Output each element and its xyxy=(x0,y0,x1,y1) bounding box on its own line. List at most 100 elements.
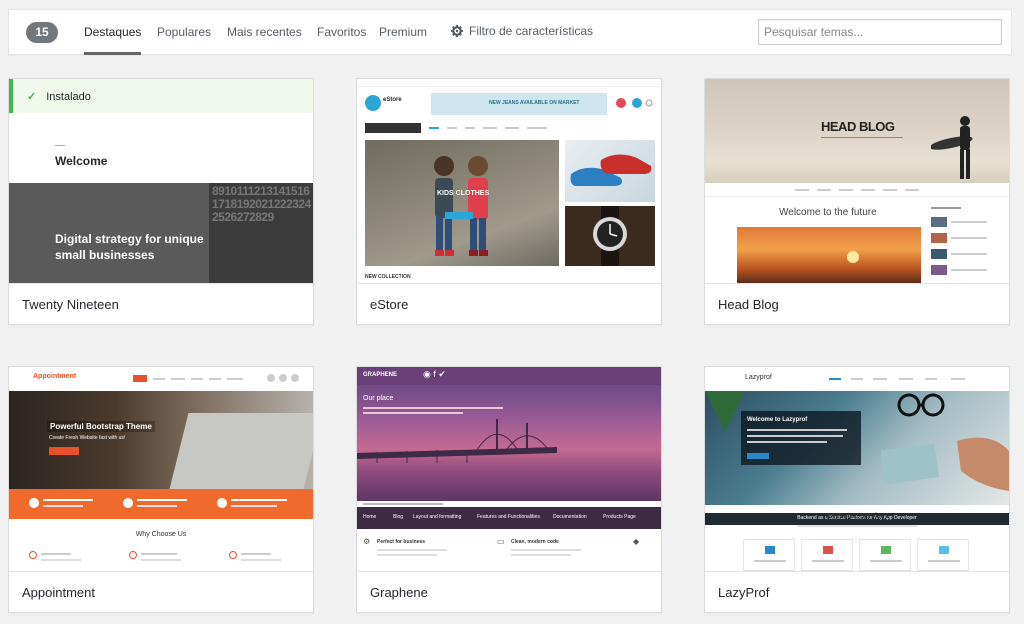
preview-menu: Home Blog Layout and formatting Features… xyxy=(357,507,661,529)
read-more-button xyxy=(747,453,769,459)
preview-hero-box: Welcome to Lazyprof xyxy=(741,411,861,465)
theme-name: Head Blog xyxy=(705,283,1009,324)
preview-hero-image: Our place xyxy=(357,385,661,501)
sun-icon xyxy=(847,251,859,263)
theme-count-badge: 15 xyxy=(26,22,58,43)
preview-hero-subtitle: Create Fresh Website fast with us! xyxy=(49,435,126,441)
shop-button xyxy=(445,212,473,219)
theme-name: Appointment xyxy=(9,571,313,612)
menu-item: Home xyxy=(363,514,377,520)
tab-favoritos[interactable]: Favoritos xyxy=(317,25,366,39)
preview-hero-title: Powerful Bootstrap Theme xyxy=(47,421,155,432)
sunset-image xyxy=(737,227,921,283)
logo-icon xyxy=(365,95,381,111)
cart-icon xyxy=(616,98,653,108)
feature-title: Clean, modern code xyxy=(511,539,559,545)
theme-search-input[interactable] xyxy=(758,19,1002,45)
child-figure xyxy=(434,156,454,256)
menu-item: Features and Functionalities xyxy=(477,514,540,520)
check-icon: ✓ xyxy=(27,91,37,103)
preview-banner-text: NEW JEANS AVAILABLE ON MARKET xyxy=(489,100,580,106)
preview-post: Welcome to the future xyxy=(735,201,921,283)
theme-name: Twenty Nineteen xyxy=(9,283,313,324)
preview-section-title: Awesome Services xyxy=(825,513,889,520)
monitor-icon: ▭ xyxy=(497,537,505,546)
service-item xyxy=(859,539,911,571)
preview-hero-image: HEAD BLOG xyxy=(705,79,1009,197)
theme-name: Graphene xyxy=(357,571,661,612)
preview-sidebar xyxy=(931,201,991,283)
preview-nav xyxy=(705,183,1009,197)
bridge-figure xyxy=(357,419,557,463)
preview-contact-bar xyxy=(9,489,313,519)
feature-item: ▭ Clean, modern code xyxy=(497,537,593,567)
theme-card-twenty-nineteen[interactable]: Welcome 89101112131415161718192021222324… xyxy=(8,78,314,325)
preview-logo: GRAPHENE xyxy=(363,372,398,378)
tab-premium[interactable]: Premium xyxy=(379,25,427,39)
service-item xyxy=(801,539,853,571)
cube-icon: ◆ xyxy=(633,537,640,546)
watch-icon xyxy=(593,206,627,266)
theme-card-estore[interactable]: eStore NEW JEANS AVAILABLE ON MARKET KID… xyxy=(356,78,662,325)
preview-nav: Lazyprof xyxy=(705,367,1009,391)
theme-screenshot: Appointment Powerful Bootstrap Theme Cre… xyxy=(9,367,313,571)
feature-filter-button[interactable]: Filtro de características xyxy=(451,24,593,38)
preview-nav xyxy=(365,123,655,133)
theme-screenshot: Welcome 89101112131415161718192021222324… xyxy=(9,79,313,283)
preview-hero-image: Powerful Bootstrap Theme Create Fresh We… xyxy=(9,391,313,489)
shoe-icon xyxy=(570,154,652,186)
theme-card-lazyprof[interactable]: Lazyprof Welcome to Lazyprof Backend as … xyxy=(704,366,1010,613)
menu-item: Documentation xyxy=(553,514,587,520)
gear-icon: ⚙ xyxy=(363,537,371,546)
preview-hero-title: Our place xyxy=(363,395,394,402)
preview-section-title: Why Choose Us xyxy=(135,531,187,538)
theme-card-appointment[interactable]: Appointment Powerful Bootstrap Theme Cre… xyxy=(8,366,314,613)
preview-hero-image: Welcome to Lazyprof Backend as a Service… xyxy=(705,391,1009,525)
gear-icon xyxy=(451,25,463,37)
divider xyxy=(55,145,65,146)
feature-item: ⚙ Perfect for business xyxy=(363,537,459,567)
preview-post-title: Welcome to the future xyxy=(779,207,877,218)
preview-logo: Appointment xyxy=(33,373,77,380)
feature-item xyxy=(129,551,199,567)
preview-hero-text: KIDS CLOTHES xyxy=(437,190,490,197)
feature-title: Perfect for business xyxy=(377,539,426,545)
preview-welcome: Welcome xyxy=(55,154,108,168)
preview-logo: Lazyprof xyxy=(745,374,772,381)
menu-item: Layout and formatting xyxy=(413,514,462,520)
tab-destaques[interactable]: Destaques xyxy=(84,25,142,55)
theme-filter-bar: 15 Destaques Populares Mais recentes Fav… xyxy=(8,9,1012,55)
preview-hero-title: Welcome to Lazyprof xyxy=(747,417,808,423)
theme-card-head-blog[interactable]: HEAD BLOG Welcome to the future Head Blo… xyxy=(704,78,1010,325)
preview-footer-text: NEW COLLECTION xyxy=(365,274,411,280)
category-menu xyxy=(365,123,421,133)
tab-mais-recentes[interactable]: Mais recentes xyxy=(227,25,302,39)
surfer-figure xyxy=(931,116,973,179)
preview-banner: NEW JEANS AVAILABLE ON MARKET xyxy=(431,93,607,115)
theme-name: LazyProf xyxy=(705,571,1009,612)
preview-logo: eStore xyxy=(383,97,402,103)
service-item xyxy=(743,539,795,571)
theme-screenshot: GRAPHENE ◉ f ✔ Our place Home Blog Layou… xyxy=(357,367,661,571)
theme-name: eStore xyxy=(357,283,661,324)
feature-item xyxy=(229,551,299,567)
theme-screenshot: HEAD BLOG Welcome to the future xyxy=(705,79,1009,283)
rss-icon: ◉ f ✔ xyxy=(423,369,446,379)
theme-card-graphene[interactable]: GRAPHENE ◉ f ✔ Our place Home Blog Layou… xyxy=(356,366,662,613)
preview-topbar xyxy=(357,79,661,87)
theme-screenshot: Lazyprof Welcome to Lazyprof Backend as … xyxy=(705,367,1009,571)
laptop-figure xyxy=(169,413,313,489)
preview-watch-image xyxy=(565,206,655,266)
menu-item: Blog xyxy=(393,514,404,520)
installed-notice: ✓ Instalado xyxy=(9,79,313,113)
feature-item xyxy=(29,551,99,567)
preview-shoe-image xyxy=(565,140,655,202)
feature-filter-label: Filtro de características xyxy=(469,24,594,38)
tab-populares[interactable]: Populares xyxy=(157,25,211,39)
installed-label: Instalado xyxy=(46,91,91,103)
child-figure xyxy=(468,156,488,256)
preview-nav: GRAPHENE ◉ f ✔ xyxy=(357,367,661,385)
theme-screenshot: eStore NEW JEANS AVAILABLE ON MARKET KID… xyxy=(357,79,661,283)
preview-nav: Appointment xyxy=(9,367,313,391)
preview-tagline: Digital strategy for unique small busine… xyxy=(55,232,204,262)
